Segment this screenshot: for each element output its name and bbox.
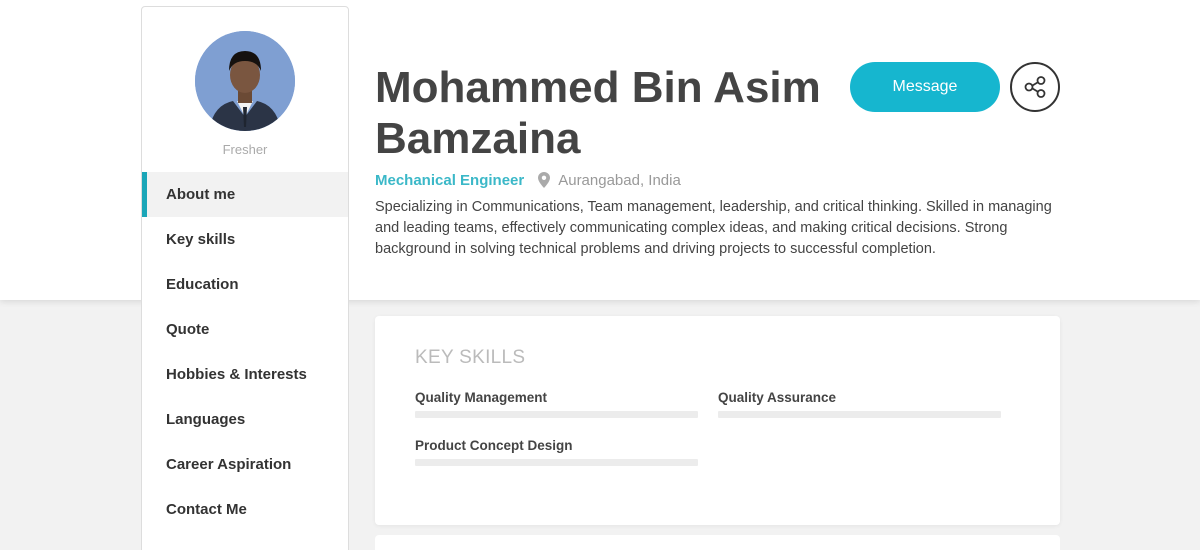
sidebar-item-languages[interactable]: Languages <box>142 397 348 442</box>
profile-meta: Mechanical Engineer Aurangabad, India <box>375 170 681 190</box>
share-icon <box>1022 74 1048 100</box>
profile-name: Mohammed Bin Asim Bamzaina <box>375 63 821 163</box>
sidebar-item-contact-me[interactable]: Contact Me <box>142 487 348 532</box>
skill-name: Product Concept Design <box>415 438 573 453</box>
profile-summary: Specializing in Communications, Team man… <box>375 199 1052 257</box>
sidebar-item-hobbies-interests[interactable]: Hobbies & Interests <box>142 352 348 397</box>
skill-bar <box>415 459 698 466</box>
location-text: Aurangabad, India <box>558 171 681 189</box>
skill-bar <box>718 411 1001 418</box>
share-button[interactable] <box>1010 62 1060 112</box>
next-section-card <box>375 535 1060 550</box>
message-button[interactable]: Message <box>850 62 1000 112</box>
sidebar-item-career-aspiration[interactable]: Career Aspiration <box>142 442 348 487</box>
sidebar-item-education[interactable]: Education <box>142 262 348 307</box>
sidebar-item-quote[interactable]: Quote <box>142 307 348 352</box>
key-skills-card: KEY SKILLS Quality Management Quality As… <box>375 316 1060 525</box>
skill-name: Quality Assurance <box>718 390 837 405</box>
skill-item: Quality Management <box>415 388 698 418</box>
sidebar-item-key-skills[interactable]: Key skills <box>142 217 348 262</box>
skill-item: Product Concept Design <box>415 436 698 466</box>
profile-sidebar: Fresher About me Key skills Education Qu… <box>141 6 349 550</box>
experience-level: Fresher <box>222 142 268 157</box>
sidebar-item-about-me[interactable]: About me <box>142 172 348 217</box>
job-title: Mechanical Engineer <box>375 171 525 189</box>
map-pin-icon <box>538 172 551 188</box>
avatar <box>195 31 295 131</box>
sidebar-nav: About me Key skills Education Quote Hobb… <box>142 172 348 532</box>
skill-item: Quality Assurance <box>718 388 1001 418</box>
section-title: KEY SKILLS <box>415 347 526 368</box>
skill-name: Quality Management <box>415 390 548 405</box>
skill-bar <box>415 411 698 418</box>
